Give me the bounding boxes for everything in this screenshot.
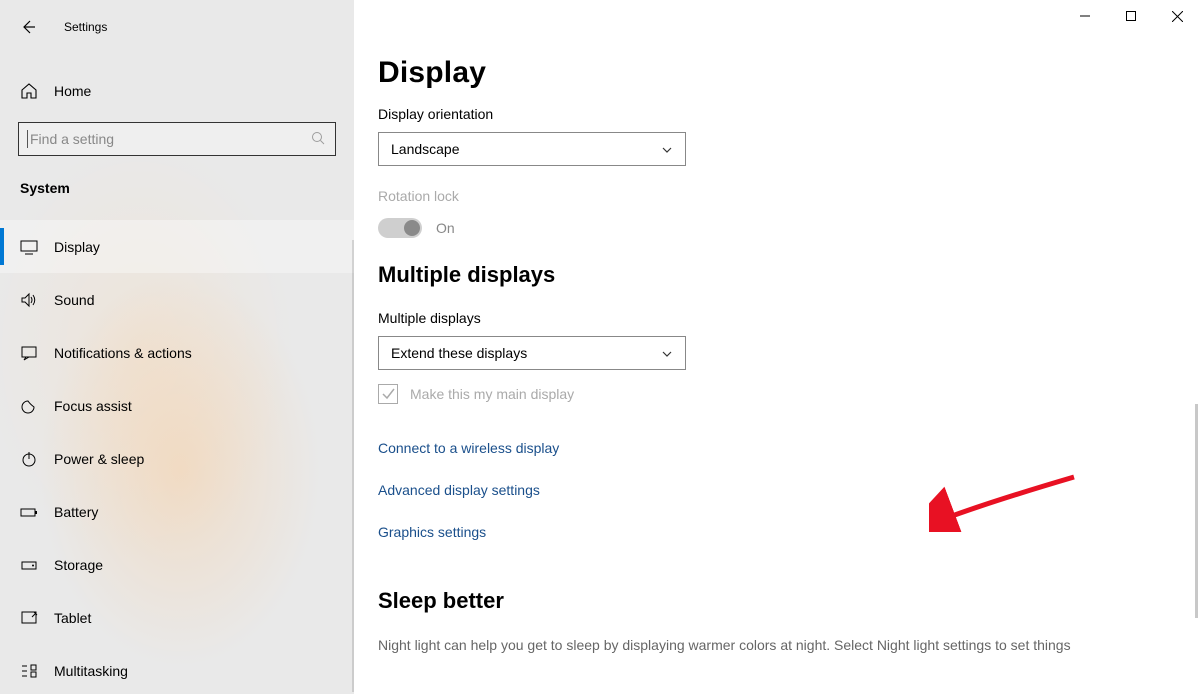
sleep-better-body: Night light can help you get to sleep by… xyxy=(378,636,1198,656)
sidebar-item-focus[interactable]: Focus assist xyxy=(0,379,354,432)
rotation-lock-label: Rotation lock xyxy=(378,188,1198,204)
window-controls xyxy=(1062,0,1200,32)
home-icon xyxy=(20,82,38,100)
chevron-down-icon xyxy=(661,347,673,359)
sidebar-item-storage[interactable]: Storage xyxy=(0,538,354,591)
orientation-value: Landscape xyxy=(391,141,460,157)
sidebar-item-label: Notifications & actions xyxy=(54,345,192,361)
multiple-displays-value: Extend these displays xyxy=(391,345,527,361)
sidebar-item-label: Power & sleep xyxy=(54,451,144,467)
link-wireless-display[interactable]: Connect to a wireless display xyxy=(378,440,1198,456)
sidebar: Settings Home System Display xyxy=(0,0,354,694)
sidebar-item-battery[interactable]: Battery xyxy=(0,485,354,538)
sleep-better-title: Sleep better xyxy=(378,588,1198,614)
scrollbar[interactable] xyxy=(1195,404,1198,618)
storage-icon xyxy=(20,556,38,574)
sound-icon xyxy=(20,291,38,309)
sidebar-item-label: Display xyxy=(54,239,100,255)
tablet-icon xyxy=(20,609,38,627)
sidebar-item-sound[interactable]: Sound xyxy=(0,273,354,326)
sidebar-item-label: Focus assist xyxy=(54,398,132,414)
multiple-displays-label: Multiple displays xyxy=(378,310,1198,326)
multiple-displays-title: Multiple displays xyxy=(378,262,1198,288)
link-advanced-display[interactable]: Advanced display settings xyxy=(378,482,1198,498)
sidebar-item-tablet[interactable]: Tablet xyxy=(0,591,354,644)
search-icon xyxy=(311,131,327,147)
sidebar-item-power[interactable]: Power & sleep xyxy=(0,432,354,485)
close-button[interactable] xyxy=(1154,0,1200,32)
sidebar-item-label: Battery xyxy=(54,504,98,520)
sidebar-item-display[interactable]: Display xyxy=(0,220,354,273)
focus-icon xyxy=(20,397,38,415)
text-caret xyxy=(27,130,28,148)
sidebar-item-notifications[interactable]: Notifications & actions xyxy=(0,326,354,379)
sidebar-item-label: Storage xyxy=(54,557,103,573)
page-title: Display xyxy=(378,56,1198,90)
sidebar-item-label: Sound xyxy=(54,292,94,308)
notifications-icon xyxy=(20,344,38,362)
category-title: System xyxy=(0,156,354,206)
multiple-displays-select[interactable]: Extend these displays xyxy=(378,336,686,370)
power-icon xyxy=(20,450,38,468)
orientation-select[interactable]: Landscape xyxy=(378,132,686,166)
maximize-button[interactable] xyxy=(1108,0,1154,32)
orientation-label: Display orientation xyxy=(378,106,1198,122)
main-display-checkbox[interactable] xyxy=(378,384,398,404)
sidebar-item-multitasking[interactable]: Multitasking xyxy=(0,644,354,694)
nav-list: Display Sound Notifications & actions Fo… xyxy=(0,220,354,694)
sidebar-item-label: Multitasking xyxy=(54,663,128,679)
toggle-knob xyxy=(404,220,420,236)
rotation-lock-toggle[interactable] xyxy=(378,218,422,238)
main-display-checkbox-label: Make this my main display xyxy=(410,386,574,402)
chevron-down-icon xyxy=(661,143,673,155)
search-input[interactable] xyxy=(18,122,336,156)
content-area: Display Display orientation Landscape Ro… xyxy=(354,0,1200,694)
window-title: Settings xyxy=(64,20,107,34)
battery-icon xyxy=(20,503,38,521)
sidebar-item-label: Tablet xyxy=(54,610,91,626)
minimize-button[interactable] xyxy=(1062,0,1108,32)
link-graphics-settings[interactable]: Graphics settings xyxy=(378,524,1198,540)
home-label: Home xyxy=(54,83,91,99)
multitasking-icon xyxy=(20,662,38,680)
search-field[interactable] xyxy=(30,131,311,147)
sidebar-item-home[interactable]: Home xyxy=(0,70,354,112)
rotation-lock-value: On xyxy=(436,220,455,236)
back-icon[interactable] xyxy=(20,19,36,35)
display-icon xyxy=(20,238,38,256)
